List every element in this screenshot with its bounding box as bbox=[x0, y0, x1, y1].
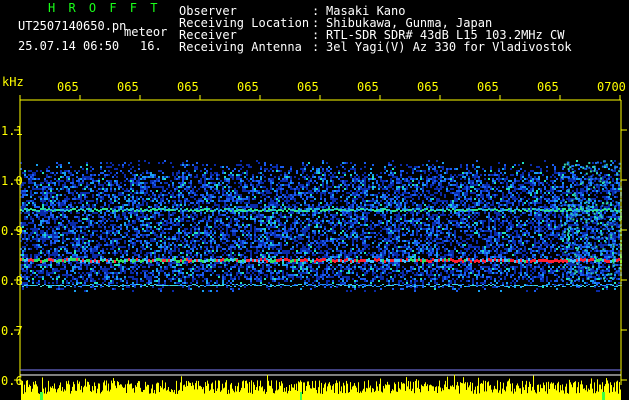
freq-tick: 0.8 bbox=[1, 274, 23, 288]
antenna-value: 3el Yagi(V) Az 330 for Vladivostok bbox=[326, 40, 572, 54]
time-tick: 065 bbox=[117, 80, 139, 94]
time-tick: 065 bbox=[57, 80, 79, 94]
antenna-colon: : bbox=[312, 40, 327, 54]
count-label: 16. bbox=[140, 39, 162, 53]
mode-label: meteor bbox=[124, 25, 168, 39]
time-tick: 065 bbox=[297, 80, 319, 94]
time-tick: 065 bbox=[237, 80, 259, 94]
time-tick: 065 bbox=[417, 80, 439, 94]
noise-layer bbox=[20, 160, 622, 292]
app-title: H R O F F T bbox=[48, 1, 161, 15]
freq-tick: 0.9 bbox=[1, 224, 23, 238]
filename-label: UT2507140650.pn bbox=[18, 19, 127, 33]
time-tick: 0700 bbox=[597, 80, 626, 94]
time-tick: 065 bbox=[477, 80, 499, 94]
freq-tick: 0.6 bbox=[1, 374, 23, 388]
signal-level-bars bbox=[21, 374, 621, 400]
freq-tick: 1.0 bbox=[1, 174, 23, 188]
time-tick: 065 bbox=[177, 80, 199, 94]
freq-tick: 0.7 bbox=[1, 324, 23, 338]
freq-tick: 1.1 bbox=[1, 124, 23, 138]
spectrogram-window: H R O F F T UT2507140650.pn meteor 25.07… bbox=[0, 0, 629, 400]
waterfall-display bbox=[14, 95, 627, 400]
time-tick: 065 bbox=[537, 80, 559, 94]
timestamp-label: 25.07.14 06:50 bbox=[18, 39, 120, 53]
time-tick: 065 bbox=[357, 80, 379, 94]
freq-unit-label: kHz bbox=[2, 75, 24, 89]
antenna-label: Receiving Antenna bbox=[179, 40, 302, 54]
